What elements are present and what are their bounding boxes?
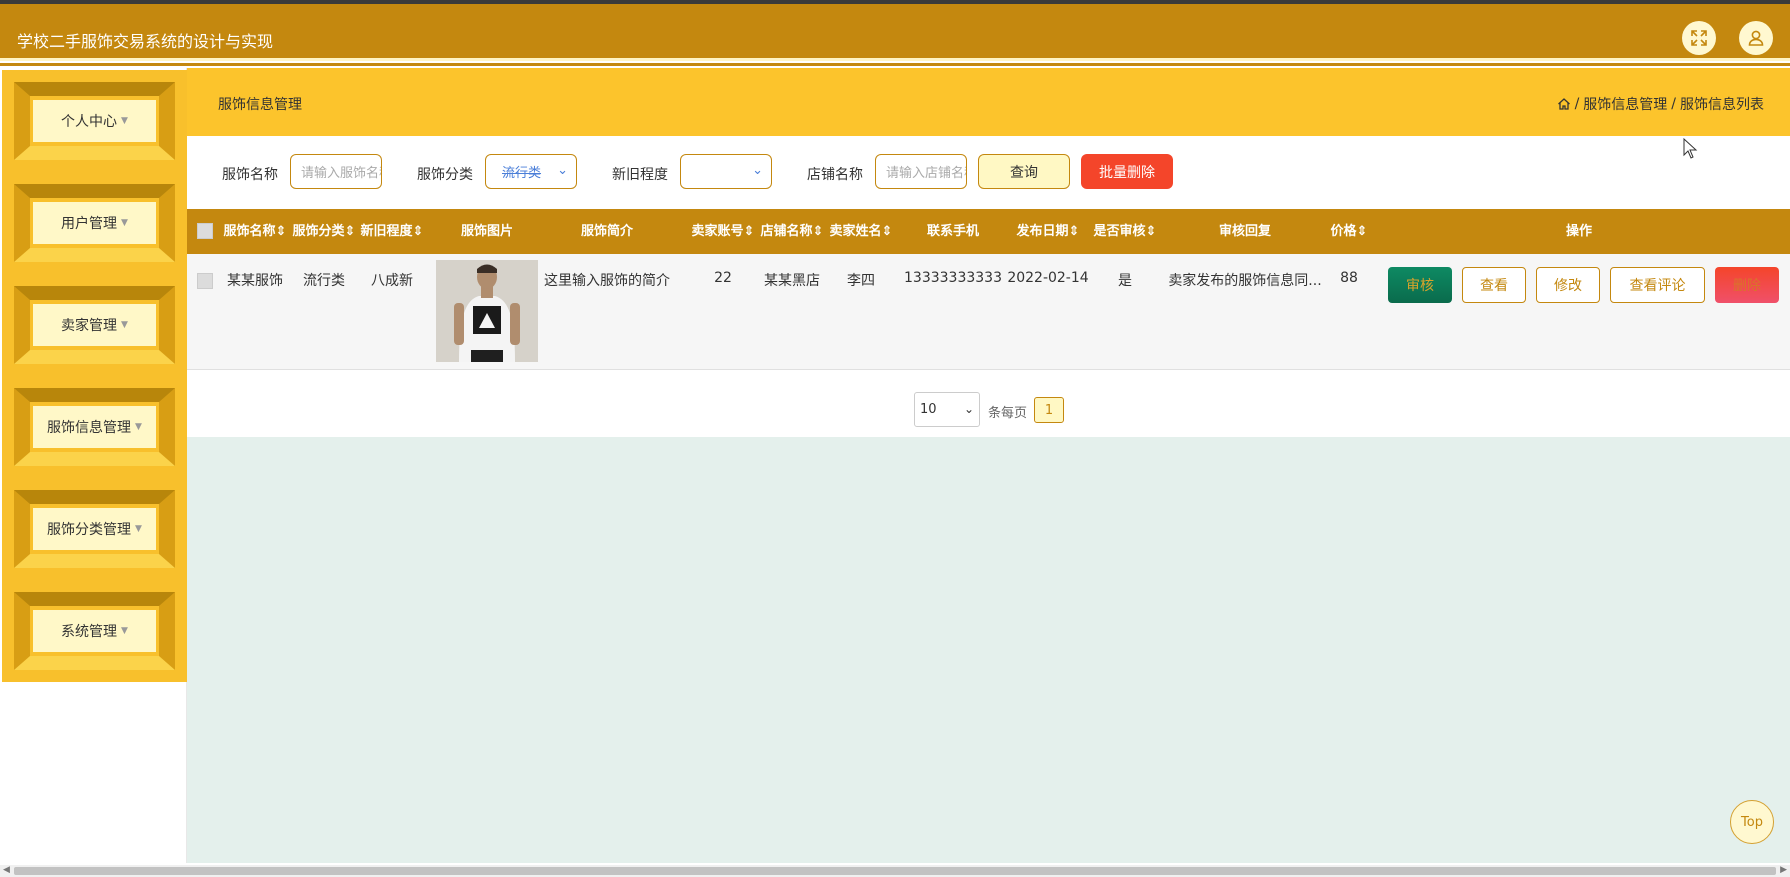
caret-down-icon: ▼ (135, 422, 142, 432)
page-button-current[interactable]: 1 (1034, 397, 1064, 423)
search-category-value: 流行类 (502, 166, 542, 181)
main-content: 服饰信息管理 / 服饰信息管理 / 服饰信息列表 服饰名称 请输入服饰名称 服饰… (187, 68, 1790, 863)
cell-seller-name: 李四 (847, 273, 875, 289)
caret-down-icon: ▼ (121, 116, 128, 126)
search-category-label: 服饰分类 (417, 167, 473, 183)
search-name-input[interactable]: 请输入服饰名称 (290, 154, 382, 189)
fullscreen-button[interactable] (1682, 21, 1716, 55)
search-condition-select[interactable]: ⌄ (680, 154, 772, 189)
sidebar-item-label: 个人中心 (61, 114, 118, 130)
view-button[interactable]: 查看 (1462, 267, 1526, 303)
sidebar: 个人中心 ▼ 用户管理 ▼ 卖家管理 ▼ 服饰信息管理 ▼ 服饰分类管理 ▼ 系统管理 ▼ (2, 68, 187, 863)
batch-delete-button[interactable]: 批量删除 (1081, 154, 1173, 189)
breadcrumb-separator: / (1671, 96, 1676, 112)
sidebar-item-clothing-category[interactable]: 服饰分类管理 ▼ (2, 478, 187, 580)
sidebar-item-seller-management[interactable]: 卖家管理 ▼ (2, 274, 187, 376)
column-header-condition[interactable]: 新旧程度⇕ (358, 209, 426, 254)
page-title: 服饰信息管理 (218, 97, 302, 113)
caret-down-icon: ▼ (135, 524, 142, 534)
table-row: 某某服饰 流行类 八成新 这里输入服饰的简介 22 某某黑店 李四 133333… (187, 254, 1790, 370)
sidebar-item-label: 服饰分类管理 (47, 522, 132, 538)
column-header-audited[interactable]: 是否审核⇕ (1091, 209, 1159, 254)
mouse-cursor-icon (1683, 138, 1698, 159)
scroll-left-icon[interactable]: ◀ (3, 865, 10, 875)
column-header-name[interactable]: 服饰名称⇕ (221, 209, 289, 254)
caret-down-icon: ▼ (121, 626, 128, 636)
column-header-phone: 联系手机 (926, 224, 979, 239)
table-header: 服饰名称⇕ 服饰分类⇕ 新旧程度⇕ 服饰图片 服饰简介 卖家账号⇕ 店铺名称⇕ … (187, 209, 1790, 254)
chevron-down-icon: ⌄ (557, 163, 568, 178)
search-name-label: 服饰名称 (222, 167, 278, 183)
delete-button[interactable]: 删除 (1715, 267, 1779, 303)
page-size-value: 10 (920, 402, 937, 417)
clothing-image (436, 260, 538, 362)
cell-name: 某某服饰 (227, 273, 283, 289)
expand-icon (1691, 30, 1707, 46)
chevron-down-icon: ⌄ (963, 402, 974, 416)
sidebar-item-personal-center[interactable]: 个人中心 ▼ (2, 70, 187, 172)
column-header-seller-account[interactable]: 卖家账号⇕ (689, 209, 757, 254)
column-header-intro: 服饰简介 (580, 224, 633, 239)
search-category-select[interactable]: 流行类 ⌄ (485, 154, 577, 189)
search-shop-label: 店铺名称 (807, 167, 863, 183)
view-comments-button[interactable]: 查看评论 (1610, 267, 1705, 303)
chevron-down-icon: ⌄ (752, 163, 763, 178)
column-header-shop[interactable]: 店铺名称⇕ (758, 209, 826, 254)
page-header: 服饰信息管理 / 服饰信息管理 / 服饰信息列表 (187, 68, 1790, 136)
search-condition-label: 新旧程度 (612, 167, 668, 183)
column-header-image: 服饰图片 (460, 224, 513, 239)
home-icon[interactable] (1557, 97, 1571, 111)
caret-down-icon: ▼ (121, 218, 128, 228)
sidebar-item-label: 用户管理 (61, 216, 118, 232)
user-button[interactable] (1739, 21, 1773, 55)
cell-reply: 卖家发布的服饰信息同... (1168, 273, 1322, 289)
column-header-date[interactable]: 发布日期⇕ (1006, 209, 1090, 254)
per-page-label: 条每页 (988, 406, 1028, 421)
breadcrumb-item: 服饰信息列表 (1680, 97, 1764, 113)
cell-phone: 13333333333 (904, 270, 1002, 286)
caret-down-icon: ▼ (121, 320, 128, 330)
scroll-right-icon[interactable]: ▶ (1780, 865, 1787, 875)
cell-shop: 某某黑店 (764, 273, 820, 289)
review-button[interactable]: 审核 (1388, 267, 1452, 303)
header-divider-light (0, 58, 1790, 61)
header-divider-dark (0, 63, 1790, 66)
app-header: 学校二手服饰交易系统的设计与实现 (0, 4, 1790, 66)
search-shop-input[interactable]: 请输入店铺名称 (875, 154, 967, 189)
edit-button[interactable]: 修改 (1536, 267, 1600, 303)
breadcrumb-separator: / (1574, 96, 1580, 112)
breadcrumb: / 服饰信息管理 / 服饰信息列表 (1557, 94, 1764, 114)
cell-seller-account: 22 (714, 270, 732, 286)
column-header-actions: 操作 (1565, 224, 1592, 239)
app-title: 学校二手服饰交易系统的设计与实现 (17, 32, 274, 51)
cell-category: 流行类 (303, 273, 345, 289)
cell-audited: 是 (1118, 273, 1132, 289)
query-button[interactable]: 查询 (978, 154, 1070, 189)
sidebar-item-label: 服饰信息管理 (47, 420, 132, 436)
column-header-price[interactable]: 价格⇕ (1317, 209, 1381, 254)
cell-date: 2022-02-14 (1007, 270, 1089, 286)
sidebar-item-system-management[interactable]: 系统管理 ▼ (2, 580, 187, 682)
column-header-category[interactable]: 服饰分类⇕ (290, 209, 358, 254)
back-to-top-button[interactable]: Top (1730, 800, 1774, 844)
sidebar-item-label: 卖家管理 (61, 318, 118, 334)
sidebar-item-label: 系统管理 (61, 624, 118, 640)
column-header-seller-name[interactable]: 卖家姓名⇕ (827, 209, 895, 254)
select-all-checkbox[interactable] (197, 223, 213, 239)
horizontal-scrollbar[interactable]: ◀ ▶ (0, 865, 1790, 877)
row-checkbox[interactable] (197, 273, 213, 289)
breadcrumb-item[interactable]: 服饰信息管理 (1583, 94, 1667, 114)
sidebar-item-user-management[interactable]: 用户管理 ▼ (2, 172, 187, 274)
column-header-reply: 审核回复 (1218, 224, 1271, 239)
page-size-select[interactable]: 10 ⌄ (914, 392, 980, 427)
sidebar-item-clothing-info[interactable]: 服饰信息管理 ▼ (2, 376, 187, 478)
scrollbar-thumb[interactable] (14, 867, 1776, 875)
pagination: 10 ⌄ 条每页 1 (187, 370, 1790, 437)
cell-condition: 八成新 (371, 273, 413, 289)
user-icon (1748, 30, 1764, 46)
cell-intro: 这里输入服饰的简介 (544, 273, 670, 289)
cell-price: 88 (1340, 270, 1358, 286)
